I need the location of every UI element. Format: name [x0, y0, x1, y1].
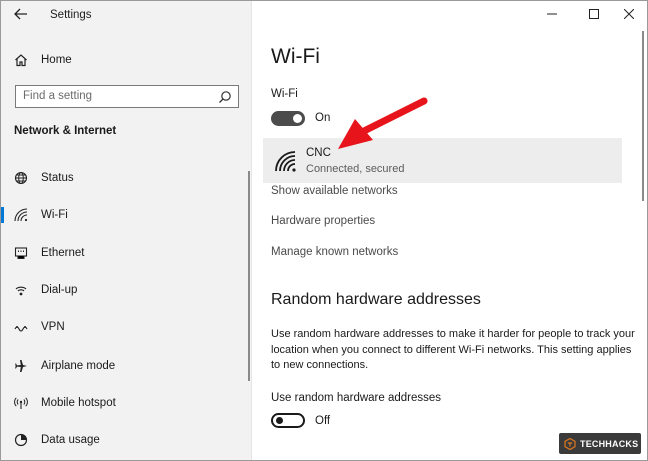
sidebar-item-dial-up[interactable]: Dial-up: [13, 279, 238, 301]
sidebar-item-wifi[interactable]: Wi-Fi: [1, 204, 238, 226]
search-placeholder: Find a setting: [23, 90, 93, 102]
watermark-text: TECHHACKS: [580, 438, 639, 449]
random-hw-heading: Random hardware addresses: [271, 291, 481, 308]
sidebar-item-mobile-hotspot[interactable]: Mobile hotspot: [13, 392, 238, 414]
sidebar-item-label: Status: [41, 172, 74, 184]
sidebar-scrollbar[interactable]: [248, 171, 250, 381]
sidebar-item-status[interactable]: Status: [13, 167, 238, 189]
minimize-button[interactable]: [537, 5, 567, 23]
main-scrollbar[interactable]: [642, 31, 644, 201]
manage-known-networks-link[interactable]: Manage known networks: [271, 246, 398, 258]
close-button[interactable]: [614, 5, 644, 23]
techhacks-logo-icon: [564, 437, 576, 450]
sidebar: Settings Home Find a setting Network & I…: [1, 1, 252, 460]
sidebar-item-label: Mobile hotspot: [41, 397, 116, 409]
vpn-icon: [13, 319, 29, 335]
sidebar-item-data-usage[interactable]: Data usage: [13, 429, 238, 451]
techhacks-watermark: TECHHACKS: [559, 433, 641, 454]
data-usage-icon: [13, 432, 29, 448]
red-arrow-annotation: [338, 97, 428, 149]
nav-home[interactable]: Home: [13, 49, 238, 71]
settings-window: Settings Home Find a setting Network & I…: [0, 0, 648, 461]
globe-icon: [13, 170, 29, 186]
network-status: Connected, secured: [306, 163, 405, 175]
toggle-knob: [293, 114, 302, 123]
search-input[interactable]: Find a setting: [15, 85, 239, 108]
random-hw-toggle-label: Use random hardware addresses: [271, 392, 442, 404]
sidebar-item-vpn[interactable]: VPN: [13, 316, 238, 338]
sidebar-item-label: Wi-Fi: [41, 209, 68, 221]
sidebar-item-label: VPN: [41, 321, 65, 333]
home-label: Home: [41, 54, 72, 66]
wifi-signal-icon: [274, 150, 298, 172]
home-icon: [13, 52, 29, 68]
sidebar-item-label: Airplane mode: [41, 360, 116, 372]
random-hw-toggle-state: Off: [315, 415, 331, 427]
wifi-toggle[interactable]: [271, 111, 305, 126]
ethernet-icon: [13, 245, 29, 261]
back-arrow-icon[interactable]: [11, 7, 31, 25]
network-item-cnc[interactable]: CNC Connected, secured: [263, 138, 622, 183]
page-title: Wi-Fi: [271, 45, 320, 68]
random-hw-toggle[interactable]: [271, 413, 305, 428]
hotspot-icon: [13, 395, 29, 411]
search-icon[interactable]: [218, 90, 232, 104]
dialup-icon: [13, 282, 29, 298]
toggle-knob: [276, 417, 283, 424]
hardware-properties-link[interactable]: Hardware properties: [271, 215, 375, 227]
wifi-icon: [13, 207, 29, 223]
sidebar-item-airplane-mode[interactable]: Airplane mode: [13, 355, 238, 377]
app-title: Settings: [50, 9, 92, 21]
main-panel: Wi-Fi Wi-Fi On CNC Connected, secured Sh…: [252, 1, 647, 460]
sidebar-item-label: Ethernet: [41, 247, 85, 259]
sidebar-item-label: Data usage: [41, 434, 100, 446]
wifi-toggle-label: Wi-Fi: [271, 88, 298, 100]
show-available-networks-link[interactable]: Show available networks: [271, 185, 398, 197]
section-title: Network & Internet: [14, 125, 117, 137]
sidebar-item-ethernet[interactable]: Ethernet: [13, 242, 238, 264]
airplane-icon: [13, 358, 29, 374]
random-hw-description: Use random hardware addresses to make it…: [271, 328, 635, 371]
maximize-button[interactable]: [579, 5, 609, 23]
sidebar-item-label: Dial-up: [41, 284, 78, 296]
